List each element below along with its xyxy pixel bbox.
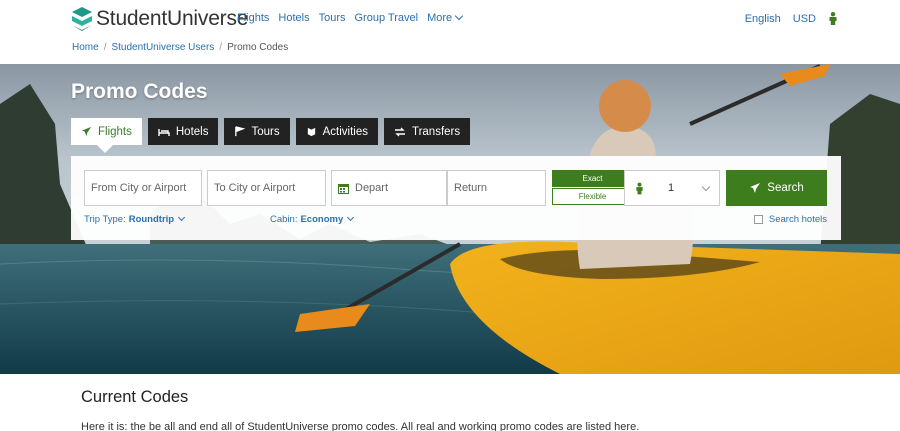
trip-type-dropdown[interactable]: Trip Type: Roundtrip (84, 213, 186, 225)
logo-mark-icon (72, 7, 92, 31)
trip-type-label: Trip Type: (84, 214, 126, 225)
airplane-icon (81, 126, 92, 137)
tab-transfers[interactable]: Transfers (383, 118, 471, 145)
chevron-down-icon (178, 213, 186, 222)
logo-text: StudentUniverse (96, 7, 249, 30)
tab-transfers-label: Transfers (411, 125, 461, 138)
flexible-dates-toggle[interactable]: Flexible (552, 188, 633, 205)
tab-activities[interactable]: Activities (295, 118, 378, 145)
nav-group-travel[interactable]: Group Travel (355, 12, 419, 24)
search-hotels-checkbox[interactable] (753, 215, 763, 224)
depart-placeholder: Depart (355, 182, 389, 194)
section-intro-text: Here it is: the be all and end all of St… (81, 421, 640, 431)
tab-hotels-label: Hotels (175, 125, 209, 138)
airplane-icon (750, 183, 761, 193)
trip-type-value: Roundtrip (128, 214, 175, 225)
breadcrumb-current: Promo Codes (227, 42, 289, 53)
cabin-dropdown[interactable]: Cabin: Economy (270, 213, 355, 225)
currency-selector[interactable]: USD (793, 13, 816, 25)
nav-utilities: English USD (733, 12, 838, 25)
logo[interactable]: StudentUniverse (72, 7, 248, 31)
calendar-icon (338, 183, 349, 194)
hero-banner: Promo Codes Flights Hotels Tours Activit… (0, 64, 900, 374)
return-placeholder: Return (454, 182, 488, 194)
to-city-input[interactable]: To City or Airport (207, 170, 326, 206)
nav-more-label: More (427, 12, 453, 24)
chevron-down-icon (347, 213, 355, 222)
search-button-label: Search (767, 182, 804, 194)
exact-dates-toggle[interactable]: Exact (552, 170, 633, 187)
chevron-down-icon (701, 182, 711, 192)
tab-tours[interactable]: Tours (224, 118, 290, 145)
cabin-label: Cabin: (270, 214, 298, 225)
search-hotels-label: Search hotels (768, 214, 827, 225)
nav-more[interactable]: More (427, 11, 464, 24)
search-button[interactable]: Search (726, 170, 827, 206)
tab-flights[interactable]: Flights (71, 118, 142, 145)
cabin-value: Economy (300, 214, 344, 225)
search-hotels-option[interactable]: Search hotels (753, 214, 827, 225)
account-person-icon[interactable] (828, 12, 838, 25)
tab-activities-label: Activities (322, 125, 368, 138)
from-city-placeholder: From City or Airport (91, 182, 187, 194)
flight-search-panel: From City or Airport To City or Airport … (71, 156, 841, 240)
tab-flights-label: Flights (98, 125, 132, 138)
breadcrumb-users[interactable]: StudentUniverse Users (111, 42, 214, 53)
tab-hotels[interactable]: Hotels (147, 118, 219, 145)
breadcrumb: Home / StudentUniverse Users / Promo Codes (72, 42, 288, 53)
activity-icon (307, 127, 315, 137)
language-selector[interactable]: English (745, 13, 781, 25)
to-city-placeholder: To City or Airport (214, 182, 296, 194)
breadcrumb-separator: / (219, 42, 223, 53)
nav-flights[interactable]: Flights (237, 12, 269, 24)
active-tab-pointer (97, 145, 113, 153)
nav-hotels[interactable]: Hotels (278, 12, 309, 24)
traveler-person-icon (636, 182, 643, 194)
product-tabs: Flights Hotels Tours Activities Transfer… (71, 118, 476, 145)
top-navigation: StudentUniverse Flights Hotels Tours Gro… (0, 0, 900, 36)
page-title: Promo Codes (71, 80, 208, 103)
bed-icon (158, 128, 170, 136)
breadcrumb-home[interactable]: Home (72, 42, 99, 53)
return-date-input[interactable]: Return (447, 170, 546, 206)
section-title: Current Codes (81, 388, 189, 406)
flag-icon (235, 126, 246, 137)
from-city-input[interactable]: From City or Airport (84, 170, 202, 206)
main-nav: Flights Hotels Tours Group Travel More (237, 11, 471, 24)
tab-tours-label: Tours (251, 125, 280, 138)
breadcrumb-separator: / (103, 42, 107, 53)
travelers-select[interactable]: 1 (624, 170, 720, 206)
chevron-down-icon (454, 11, 464, 21)
transfer-icon (394, 127, 405, 136)
travelers-count: 1 (668, 182, 675, 194)
nav-tours[interactable]: Tours (319, 12, 346, 24)
depart-date-input[interactable]: Depart (331, 170, 447, 206)
